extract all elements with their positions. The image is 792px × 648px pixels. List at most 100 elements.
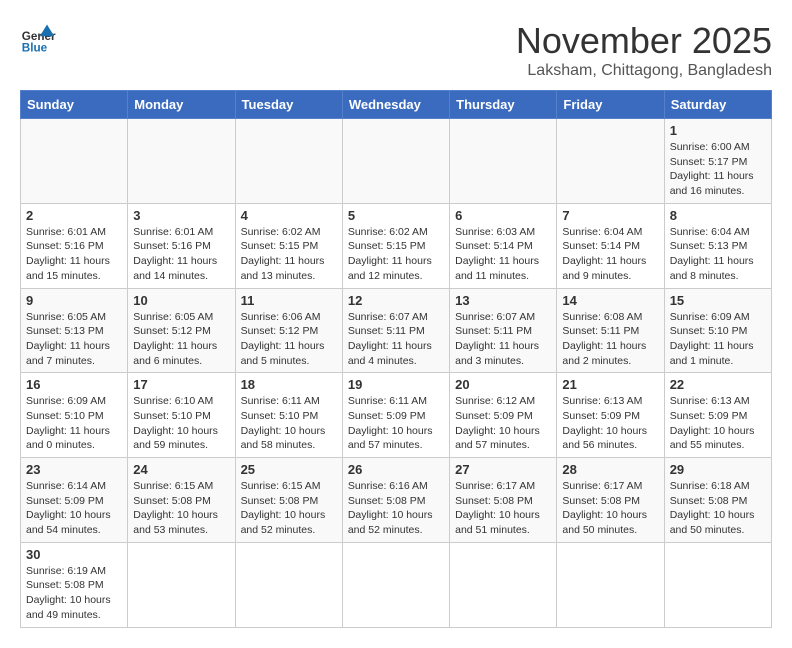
day-number: 9 [26, 293, 122, 308]
table-row: 25 Sunrise: 6:15 AM Sunset: 5:08 PM Dayli… [235, 458, 342, 543]
day-number: 17 [133, 377, 229, 392]
table-row: 7 Sunrise: 6:04 AM Sunset: 5:14 PM Daylig… [557, 203, 664, 288]
table-row [342, 542, 449, 627]
calendar-subtitle: Laksham, Chittagong, Bangladesh [516, 62, 772, 80]
table-row: 16 Sunrise: 6:09 AM Sunset: 5:10 PM Dayli… [21, 373, 128, 458]
calendar-week-row: 16 Sunrise: 6:09 AM Sunset: 5:10 PM Dayli… [21, 373, 772, 458]
table-row [235, 542, 342, 627]
table-row [21, 119, 128, 204]
calendar-week-row: 2 Sunrise: 6:01 AM Sunset: 5:16 PM Daylig… [21, 203, 772, 288]
day-number: 26 [348, 462, 444, 477]
day-number: 10 [133, 293, 229, 308]
table-row: 22 Sunrise: 6:13 AM Sunset: 5:09 PM Dayli… [664, 373, 771, 458]
day-info: Sunrise: 6:19 AM Sunset: 5:08 PM Dayligh… [26, 564, 122, 623]
table-row: 26 Sunrise: 6:16 AM Sunset: 5:08 PM Dayli… [342, 458, 449, 543]
table-row: 12Sunrise: 6:07 AM Sunset: 5:11 PM Dayli… [342, 288, 449, 373]
table-row: 11Sunrise: 6:06 AM Sunset: 5:12 PM Dayli… [235, 288, 342, 373]
day-number: 21 [562, 377, 658, 392]
day-number: 6 [455, 208, 551, 223]
day-number: 14 [562, 293, 658, 308]
day-number: 24 [133, 462, 229, 477]
day-info: Sunrise: 6:07 AM Sunset: 5:11 PM Dayligh… [348, 310, 444, 369]
day-info: Sunrise: 6:01 AM Sunset: 5:16 PM Dayligh… [133, 225, 229, 284]
day-number: 4 [241, 208, 337, 223]
day-number: 20 [455, 377, 551, 392]
day-info: Sunrise: 6:16 AM Sunset: 5:08 PM Dayligh… [348, 479, 444, 538]
header-saturday: Saturday [664, 91, 771, 119]
header-sunday: Sunday [21, 91, 128, 119]
header-wednesday: Wednesday [342, 91, 449, 119]
day-info: Sunrise: 6:09 AM Sunset: 5:10 PM Dayligh… [26, 394, 122, 453]
day-info: Sunrise: 6:07 AM Sunset: 5:11 PM Dayligh… [455, 310, 551, 369]
calendar-table: Sunday Monday Tuesday Wednesday Thursday… [20, 90, 772, 628]
table-row: 23Sunrise: 6:14 AM Sunset: 5:09 PM Dayli… [21, 458, 128, 543]
day-info: Sunrise: 6:06 AM Sunset: 5:12 PM Dayligh… [241, 310, 337, 369]
day-number: 16 [26, 377, 122, 392]
days-header-row: Sunday Monday Tuesday Wednesday Thursday… [21, 91, 772, 119]
day-number: 3 [133, 208, 229, 223]
table-row: 21 Sunrise: 6:13 AM Sunset: 5:09 PM Dayli… [557, 373, 664, 458]
day-info: Sunrise: 6:11 AM Sunset: 5:10 PM Dayligh… [241, 394, 337, 453]
day-number: 15 [670, 293, 766, 308]
day-info: Sunrise: 6:05 AM Sunset: 5:13 PM Dayligh… [26, 310, 122, 369]
day-info: Sunrise: 6:13 AM Sunset: 5:09 PM Dayligh… [670, 394, 766, 453]
table-row: 28 Sunrise: 6:17 AM Sunset: 5:08 PM Dayli… [557, 458, 664, 543]
day-info: Sunrise: 6:08 AM Sunset: 5:11 PM Dayligh… [562, 310, 658, 369]
svg-text:Blue: Blue [22, 42, 48, 55]
logo-icon: General Blue [20, 20, 56, 56]
table-row: 20Sunrise: 6:12 AM Sunset: 5:09 PM Dayli… [450, 373, 557, 458]
day-info: Sunrise: 6:15 AM Sunset: 5:08 PM Dayligh… [133, 479, 229, 538]
table-row: 2 Sunrise: 6:01 AM Sunset: 5:16 PM Daylig… [21, 203, 128, 288]
table-row [557, 542, 664, 627]
calendar-week-row: 30Sunrise: 6:19 AM Sunset: 5:08 PM Dayli… [21, 542, 772, 627]
table-row: 24 Sunrise: 6:15 AM Sunset: 5:08 PM Dayli… [128, 458, 235, 543]
table-row: 8 Sunrise: 6:04 AM Sunset: 5:13 PM Daylig… [664, 203, 771, 288]
table-row: 1 Sunrise: 6:00 AM Sunset: 5:17 PM Daylig… [664, 119, 771, 204]
table-row: 5 Sunrise: 6:02 AM Sunset: 5:15 PM Daylig… [342, 203, 449, 288]
day-number: 22 [670, 377, 766, 392]
day-number: 13 [455, 293, 551, 308]
day-info: Sunrise: 6:00 AM Sunset: 5:17 PM Dayligh… [670, 140, 766, 199]
day-info: Sunrise: 6:01 AM Sunset: 5:16 PM Dayligh… [26, 225, 122, 284]
table-row: 6 Sunrise: 6:03 AM Sunset: 5:14 PM Daylig… [450, 203, 557, 288]
day-number: 8 [670, 208, 766, 223]
day-number: 1 [670, 123, 766, 138]
day-info: Sunrise: 6:04 AM Sunset: 5:13 PM Dayligh… [670, 225, 766, 284]
day-info: Sunrise: 6:14 AM Sunset: 5:09 PM Dayligh… [26, 479, 122, 538]
table-row: 29Sunrise: 6:18 AM Sunset: 5:08 PM Dayli… [664, 458, 771, 543]
day-info: Sunrise: 6:10 AM Sunset: 5:10 PM Dayligh… [133, 394, 229, 453]
table-row: 3 Sunrise: 6:01 AM Sunset: 5:16 PM Daylig… [128, 203, 235, 288]
day-info: Sunrise: 6:03 AM Sunset: 5:14 PM Dayligh… [455, 225, 551, 284]
day-number: 7 [562, 208, 658, 223]
day-info: Sunrise: 6:13 AM Sunset: 5:09 PM Dayligh… [562, 394, 658, 453]
day-number: 5 [348, 208, 444, 223]
day-info: Sunrise: 6:04 AM Sunset: 5:14 PM Dayligh… [562, 225, 658, 284]
day-info: Sunrise: 6:18 AM Sunset: 5:08 PM Dayligh… [670, 479, 766, 538]
table-row: 17 Sunrise: 6:10 AM Sunset: 5:10 PM Dayli… [128, 373, 235, 458]
table-row: 10 Sunrise: 6:05 AM Sunset: 5:12 PM Dayli… [128, 288, 235, 373]
table-row [557, 119, 664, 204]
day-number: 25 [241, 462, 337, 477]
day-info: Sunrise: 6:02 AM Sunset: 5:15 PM Dayligh… [241, 225, 337, 284]
table-row [128, 119, 235, 204]
table-row: 4 Sunrise: 6:02 AM Sunset: 5:15 PM Daylig… [235, 203, 342, 288]
day-number: 18 [241, 377, 337, 392]
title-section: November 2025 Laksham, Chittagong, Bangl… [516, 20, 772, 80]
calendar-week-row: 23Sunrise: 6:14 AM Sunset: 5:09 PM Dayli… [21, 458, 772, 543]
table-row: 18 Sunrise: 6:11 AM Sunset: 5:10 PM Dayli… [235, 373, 342, 458]
calendar-week-row: 1 Sunrise: 6:00 AM Sunset: 5:17 PM Daylig… [21, 119, 772, 204]
table-row [664, 542, 771, 627]
day-info: Sunrise: 6:17 AM Sunset: 5:08 PM Dayligh… [455, 479, 551, 538]
day-info: Sunrise: 6:02 AM Sunset: 5:15 PM Dayligh… [348, 225, 444, 284]
day-info: Sunrise: 6:17 AM Sunset: 5:08 PM Dayligh… [562, 479, 658, 538]
table-row: 27Sunrise: 6:17 AM Sunset: 5:08 PM Dayli… [450, 458, 557, 543]
table-row [450, 119, 557, 204]
day-info: Sunrise: 6:09 AM Sunset: 5:10 PM Dayligh… [670, 310, 766, 369]
day-info: Sunrise: 6:15 AM Sunset: 5:08 PM Dayligh… [241, 479, 337, 538]
table-row [450, 542, 557, 627]
day-info: Sunrise: 6:05 AM Sunset: 5:12 PM Dayligh… [133, 310, 229, 369]
header-friday: Friday [557, 91, 664, 119]
day-number: 2 [26, 208, 122, 223]
header-monday: Monday [128, 91, 235, 119]
day-number: 28 [562, 462, 658, 477]
